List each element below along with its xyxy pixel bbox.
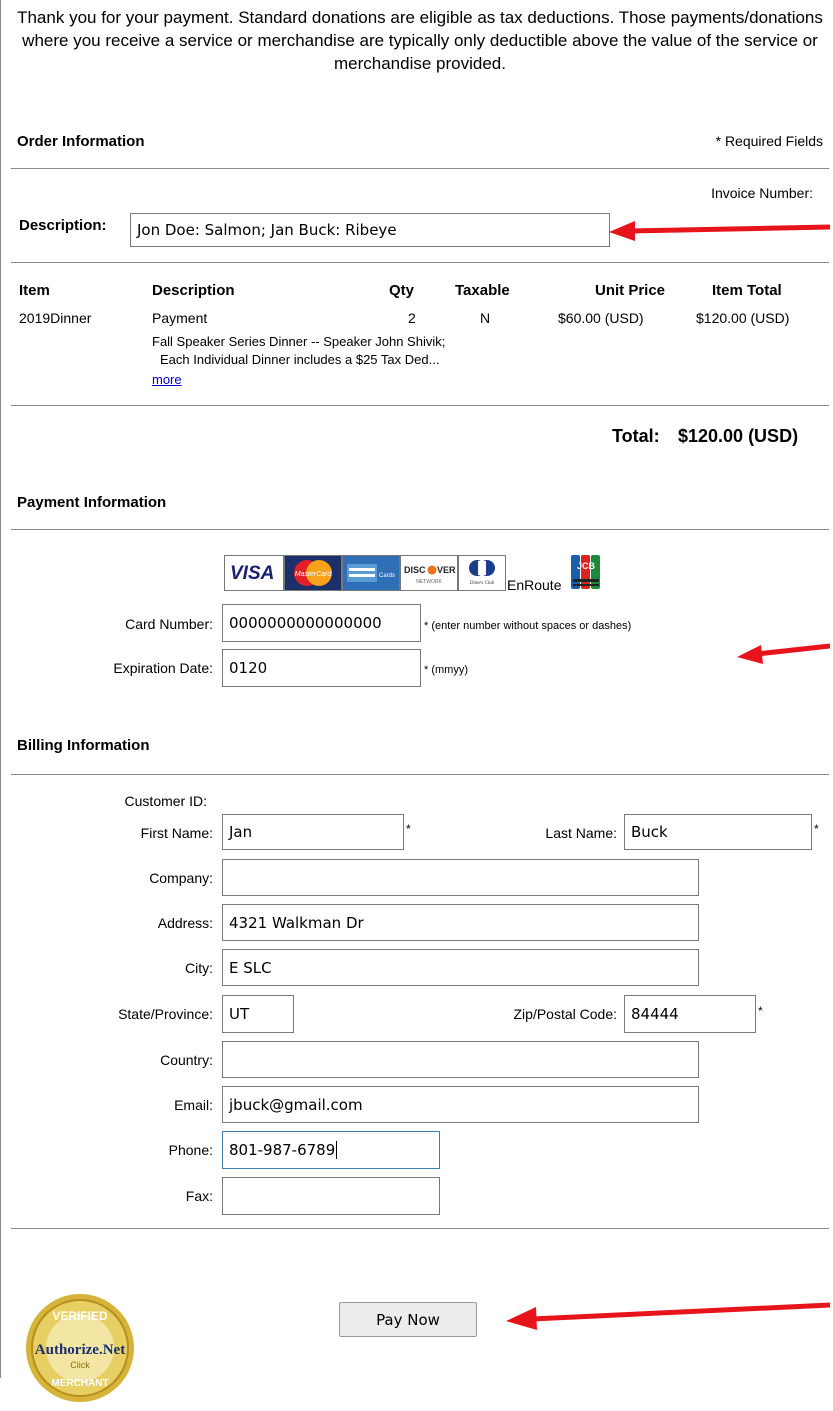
email-input[interactable]: jbuck@gmail.com [222,1086,699,1123]
description-input[interactable]: Jon Doe: Salmon; Jan Buck: Ribeye [130,213,610,247]
card-number-note: * (enter number without spaces or dashes… [424,620,632,632]
divider [11,405,829,406]
description-label: Description: [19,217,107,234]
more-link[interactable]: more [152,372,182,387]
phone-label: Phone: [168,1142,213,1158]
amex-logo: Cards [342,555,400,591]
required-star: * [814,822,819,836]
card-number-input[interactable]: 0000000000000000 [222,604,421,642]
first-name-label: First Name: [140,825,213,841]
red-arrow-icon [609,221,830,241]
customer-id-label: Customer ID: [124,793,207,809]
city-label: City: [185,960,213,976]
seal-click-text: Click [70,1360,90,1370]
zip-postal-code-input[interactable]: 84444 [624,995,756,1033]
divider [11,774,829,775]
cell-qty: 2 [408,310,416,326]
order-info-heading: Order Information [17,133,145,150]
divider [11,168,829,169]
total-label: Total: [612,426,660,446]
expiration-date-input[interactable]: 0120 [222,649,421,687]
mastercard-logo: MasterCard [284,555,342,591]
last-name-input[interactable]: Buck [624,814,812,850]
seal-bottom-text: MERCHANT [51,1378,108,1389]
seal-top-text: VERIFIED [52,1309,108,1323]
last-name-label: Last Name: [545,825,617,841]
divider [11,262,829,263]
svg-text:VER: VER [437,565,456,575]
pay-now-button[interactable]: Pay Now [339,1302,477,1337]
company-label: Company: [149,870,213,886]
cell-unit-price: $60.00 (USD) [558,310,644,326]
discover-logo: DISC VER NETWORK [400,555,458,591]
city-input[interactable]: E SLC [222,949,699,986]
red-arrow-icon [737,643,830,664]
state-province-label: State/Province: [118,1006,213,1022]
col-unit-price: Unit Price [595,282,666,299]
cell-description: Payment [152,310,208,326]
card-number-label: Card Number: [125,616,213,632]
item-detail-line1: Fall Speaker Series Dinner -- Speaker Jo… [152,334,446,349]
fax-label: Fax: [185,1188,213,1204]
required-fields-note: * Required Fields [715,133,823,149]
cell-taxable: N [480,310,491,326]
red-arrow-icon [506,1302,830,1330]
divider [11,529,829,530]
address-label: Address: [157,915,213,931]
col-taxable: Taxable [455,282,510,299]
state-province-input[interactable]: UT [222,995,294,1033]
text-cursor [336,1141,338,1159]
col-qty: Qty [389,282,415,299]
cell-item: 2019Dinner [19,310,92,326]
country-input[interactable] [222,1041,699,1078]
authorize-net-seal-icon[interactable]: VERIFIED Authorize.Net Click MERCHANT [16,1290,144,1406]
visa-logo: VISA [224,555,284,591]
expiration-date-label: Expiration Date: [113,660,213,676]
svg-text:NETWORK: NETWORK [416,579,442,585]
fax-input[interactable] [222,1177,440,1215]
required-star: * [758,1004,763,1018]
total-value: $120.00 (USD) [678,426,799,446]
billing-info-heading: Billing Information [17,737,150,754]
item-detail-line2: Each Individual Dinner includes a $25 Ta… [160,352,440,367]
cell-item-total: $120.00 (USD) [696,310,790,326]
page-left-border [0,0,11,1378]
enroute-label: EnRoute [507,577,562,593]
zip-postal-code-label: Zip/Postal Code: [513,1006,618,1022]
svg-text:JCB: JCB [577,561,596,571]
jcb-logo: JCB [570,553,602,591]
phone-input-value: 801-987-6789 [229,1141,336,1159]
svg-text:Diners Club: Diners Club [469,581,495,586]
intro-text: Thank you for your payment. Standard don… [17,8,823,73]
svg-text:DISC: DISC [404,565,426,575]
country-label: Country: [160,1052,213,1068]
col-description: Description [152,282,235,299]
svg-text:MasterCard: MasterCard [295,571,333,578]
expiration-date-note: * (mmyy) [424,664,468,676]
first-name-input[interactable]: Jan [222,814,404,850]
address-input[interactable]: 4321 Walkman Dr [222,904,699,941]
col-item-total: Item Total [712,282,782,299]
svg-text:Cards: Cards [379,573,395,579]
phone-input[interactable]: 801-987-6789 [222,1131,440,1169]
payment-info-heading: Payment Information [17,494,167,511]
diners-club-logo: Diners Club [458,555,506,591]
invoice-number-label: Invoice Number: [711,185,813,201]
email-label: Email: [174,1097,213,1113]
divider [11,1228,829,1229]
company-input[interactable] [222,859,699,896]
seal-brand-text: Authorize.Net [35,1342,125,1358]
col-item: Item [19,282,50,299]
required-star: * [406,822,411,836]
